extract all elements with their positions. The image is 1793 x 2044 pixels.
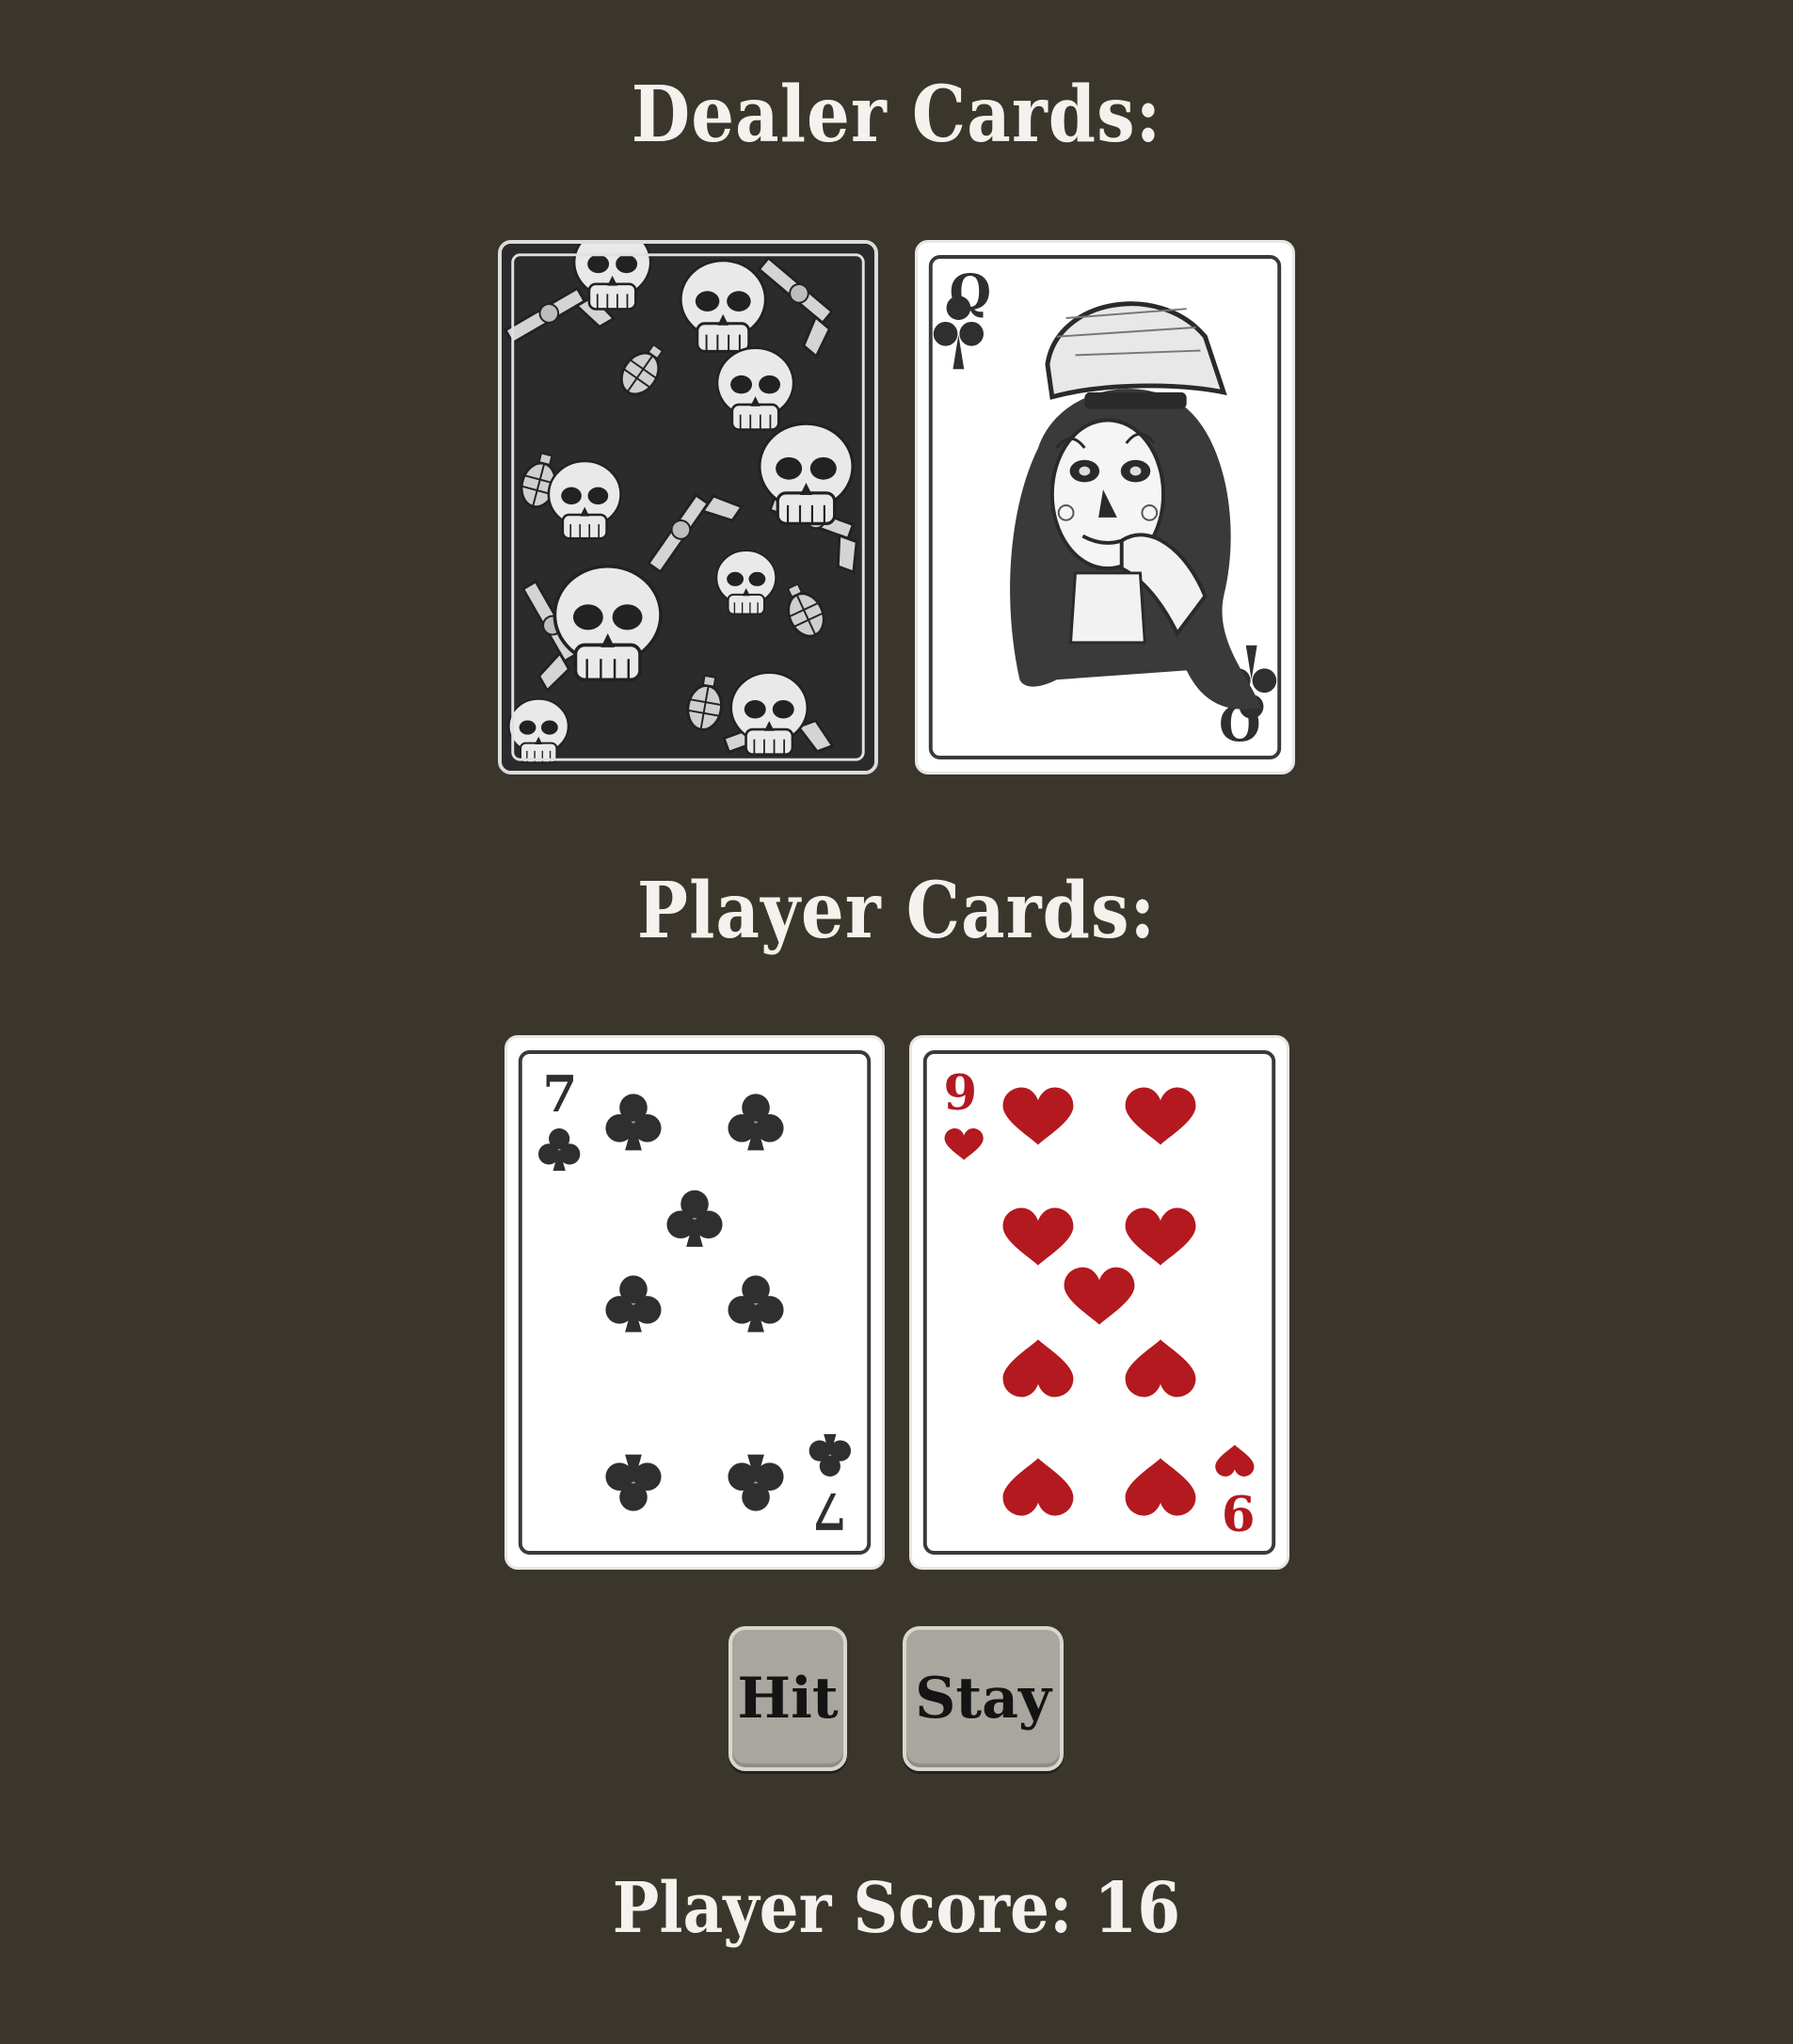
seven-of-clubs-face: 7 7 [518,1050,872,1555]
club-pip [605,1454,662,1511]
dealer-card-face-down [498,240,878,774]
card-back-skull-pattern [502,244,874,771]
club-icon [538,1128,581,1172]
heart-pip [1002,1458,1074,1516]
heart-pip [1064,1267,1135,1325]
heart-pip [1125,1458,1196,1516]
club-pip [605,1094,662,1151]
queen-illustration: Q Q [928,255,1282,759]
club-pip [728,1094,784,1151]
player-score: Player Score: 16 [612,1866,1181,1949]
heart-icon [1215,1445,1255,1477]
dealer-card-queen-of-clubs: Q Q [915,240,1295,774]
dealer-cards-heading: Dealer Cards: [631,67,1162,160]
club-pip [728,1275,784,1333]
card-rank-top: 7 [542,1064,577,1124]
player-cards-heading: Player Cards: [636,863,1157,956]
club-pip [605,1275,662,1333]
nine-of-hearts-face: 9 9 [922,1050,1276,1555]
card-rank-bottom: 7 [812,1481,847,1541]
heart-pip [1002,1087,1074,1145]
club-pip [666,1190,723,1247]
heart-icon [944,1127,984,1160]
club-icon [808,1433,851,1477]
stay-button[interactable]: Stay [903,1626,1064,1771]
club-pip [728,1454,784,1511]
card-rank-bottom: 9 [1222,1483,1256,1540]
heart-pip [1002,1339,1074,1397]
player-card-seven-of-clubs: 7 7 [504,1035,885,1570]
card-rank-top: 9 [943,1065,977,1122]
player-card-nine-of-hearts: 9 9 [909,1035,1289,1570]
heart-pip [1125,1339,1196,1397]
heart-pip [1125,1087,1196,1145]
heart-pip [1125,1207,1196,1266]
hit-button[interactable]: Hit [728,1626,847,1771]
heart-pip [1002,1207,1074,1266]
